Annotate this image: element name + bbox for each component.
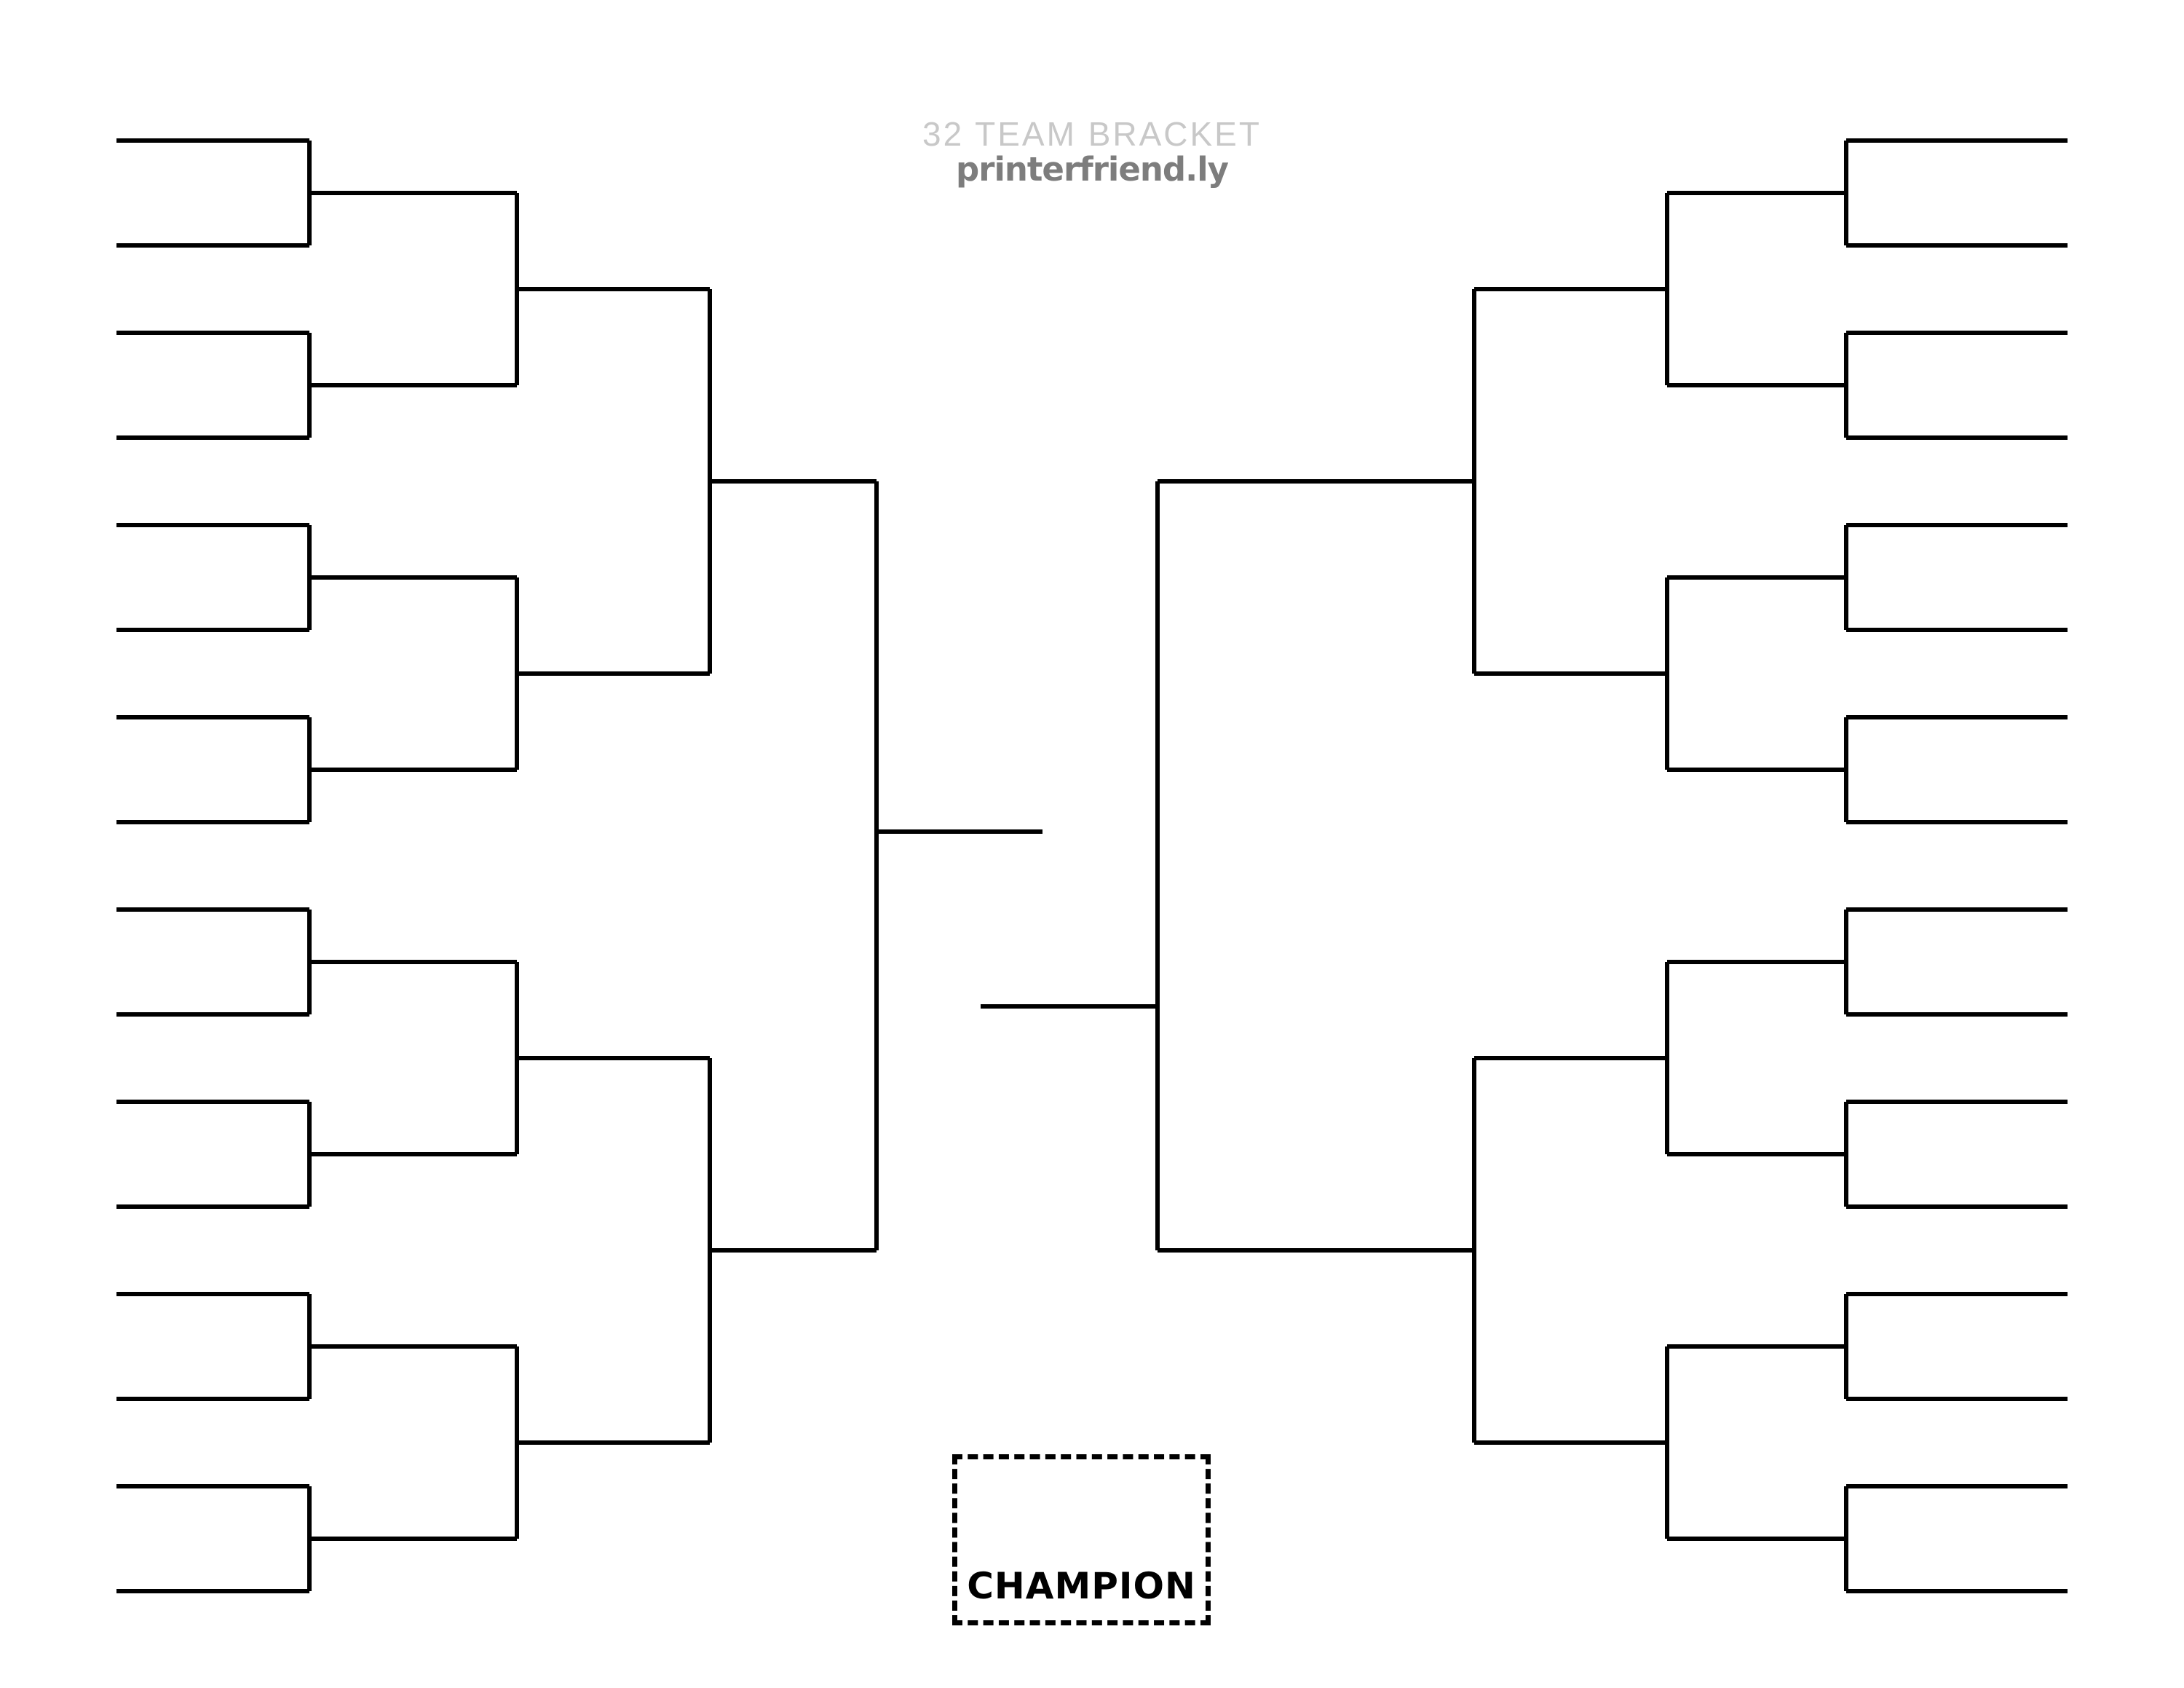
brand-wordmark: printerfriend.ly — [956, 150, 1229, 189]
bracket-lines — [116, 138, 2068, 1593]
champion-box[interactable]: CHAMPION — [952, 1454, 1211, 1625]
champion-label: CHAMPION — [967, 1565, 1196, 1607]
page-title: 32 TEAM BRACKET — [922, 115, 1262, 153]
bracket-diagram — [116, 138, 2068, 1593]
bracket-page: 32 TEAM BRACKET printerfriend.ly CHAMPIO… — [0, 0, 2184, 1688]
